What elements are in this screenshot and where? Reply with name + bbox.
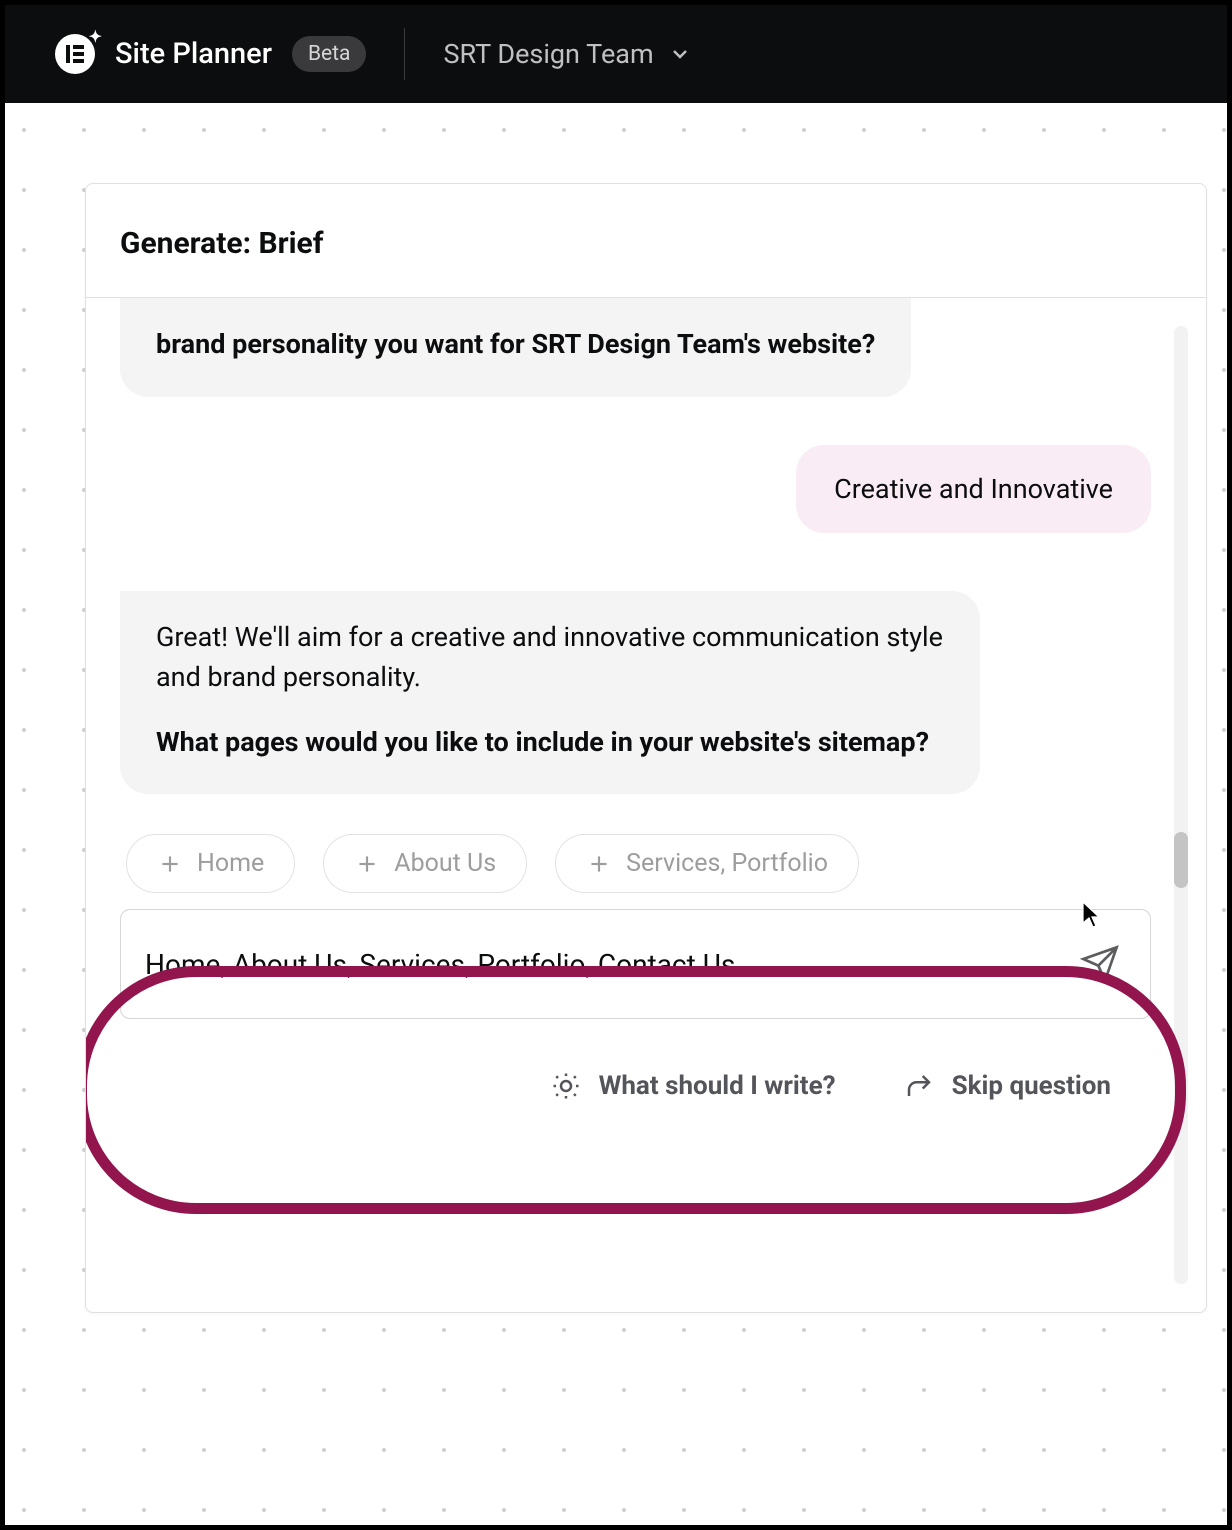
skip-button[interactable]: Skip question — [904, 1071, 1111, 1101]
hint-label: What should I write? — [599, 1071, 836, 1101]
beta-badge: Beta — [292, 36, 367, 72]
panel-title: Generate: Brief — [86, 184, 1206, 298]
chip-label: Services, Portfolio — [626, 849, 828, 878]
elementor-icon — [66, 45, 84, 63]
send-button[interactable] — [1080, 944, 1120, 984]
header-divider — [404, 28, 405, 80]
suggestion-chip-about[interactable]: About Us — [323, 834, 527, 893]
user-message: Creative and Innovative — [796, 445, 1151, 533]
chevron-down-icon — [668, 42, 692, 66]
plus-icon — [354, 851, 380, 877]
app-title: Site Planner — [115, 37, 272, 71]
chat-area: brand personality you want for SRT Desig… — [86, 298, 1206, 1312]
skip-label: Skip question — [952, 1071, 1111, 1101]
app-logo: ✦ — [55, 34, 95, 74]
skip-icon — [904, 1071, 934, 1101]
bot-message: brand personality you want for SRT Desig… — [120, 298, 911, 397]
chat-input[interactable] — [145, 948, 1080, 981]
hint-button[interactable]: What should I write? — [551, 1071, 836, 1101]
user-text: Creative and Innovative — [834, 473, 1113, 505]
team-selector[interactable]: SRT Design Team — [443, 38, 691, 70]
app-header: ✦ Site Planner Beta SRT Design Team — [5, 5, 1227, 103]
bot-message: Great! We'll aim for a creative and inno… — [120, 591, 980, 795]
chip-label: Home — [197, 849, 264, 878]
chat-input-row — [120, 909, 1151, 1019]
helper-row: What should I write? Skip question — [120, 1027, 1151, 1101]
brief-panel: Generate: Brief brand personality you wa… — [85, 183, 1207, 1313]
bot-question-fragment: brand personality you want for SRT Desig… — [156, 328, 875, 360]
chip-label: About Us — [394, 849, 496, 878]
app-frame: ✦ Site Planner Beta SRT Design Team Gene… — [5, 5, 1227, 1525]
plus-icon — [586, 851, 612, 877]
sparkle-icon: ✦ — [89, 27, 102, 46]
chat-scroll: brand personality you want for SRT Desig… — [120, 298, 1151, 1312]
plus-icon — [157, 851, 183, 877]
bot-question: What pages would you like to include in … — [156, 726, 929, 758]
workspace: Generate: Brief brand personality you wa… — [5, 103, 1227, 1525]
lightbulb-icon — [551, 1071, 581, 1101]
scrollbar[interactable] — [1174, 326, 1188, 1284]
suggestion-chip-services[interactable]: Services, Portfolio — [555, 834, 859, 893]
team-name: SRT Design Team — [443, 38, 653, 70]
scrollbar-thumb[interactable] — [1174, 832, 1188, 888]
suggestion-chips: Home About Us Services, Portfolio — [120, 834, 1151, 893]
bot-text: Great! We'll aim for a creative and inno… — [156, 617, 944, 698]
suggestion-chip-home[interactable]: Home — [126, 834, 295, 893]
